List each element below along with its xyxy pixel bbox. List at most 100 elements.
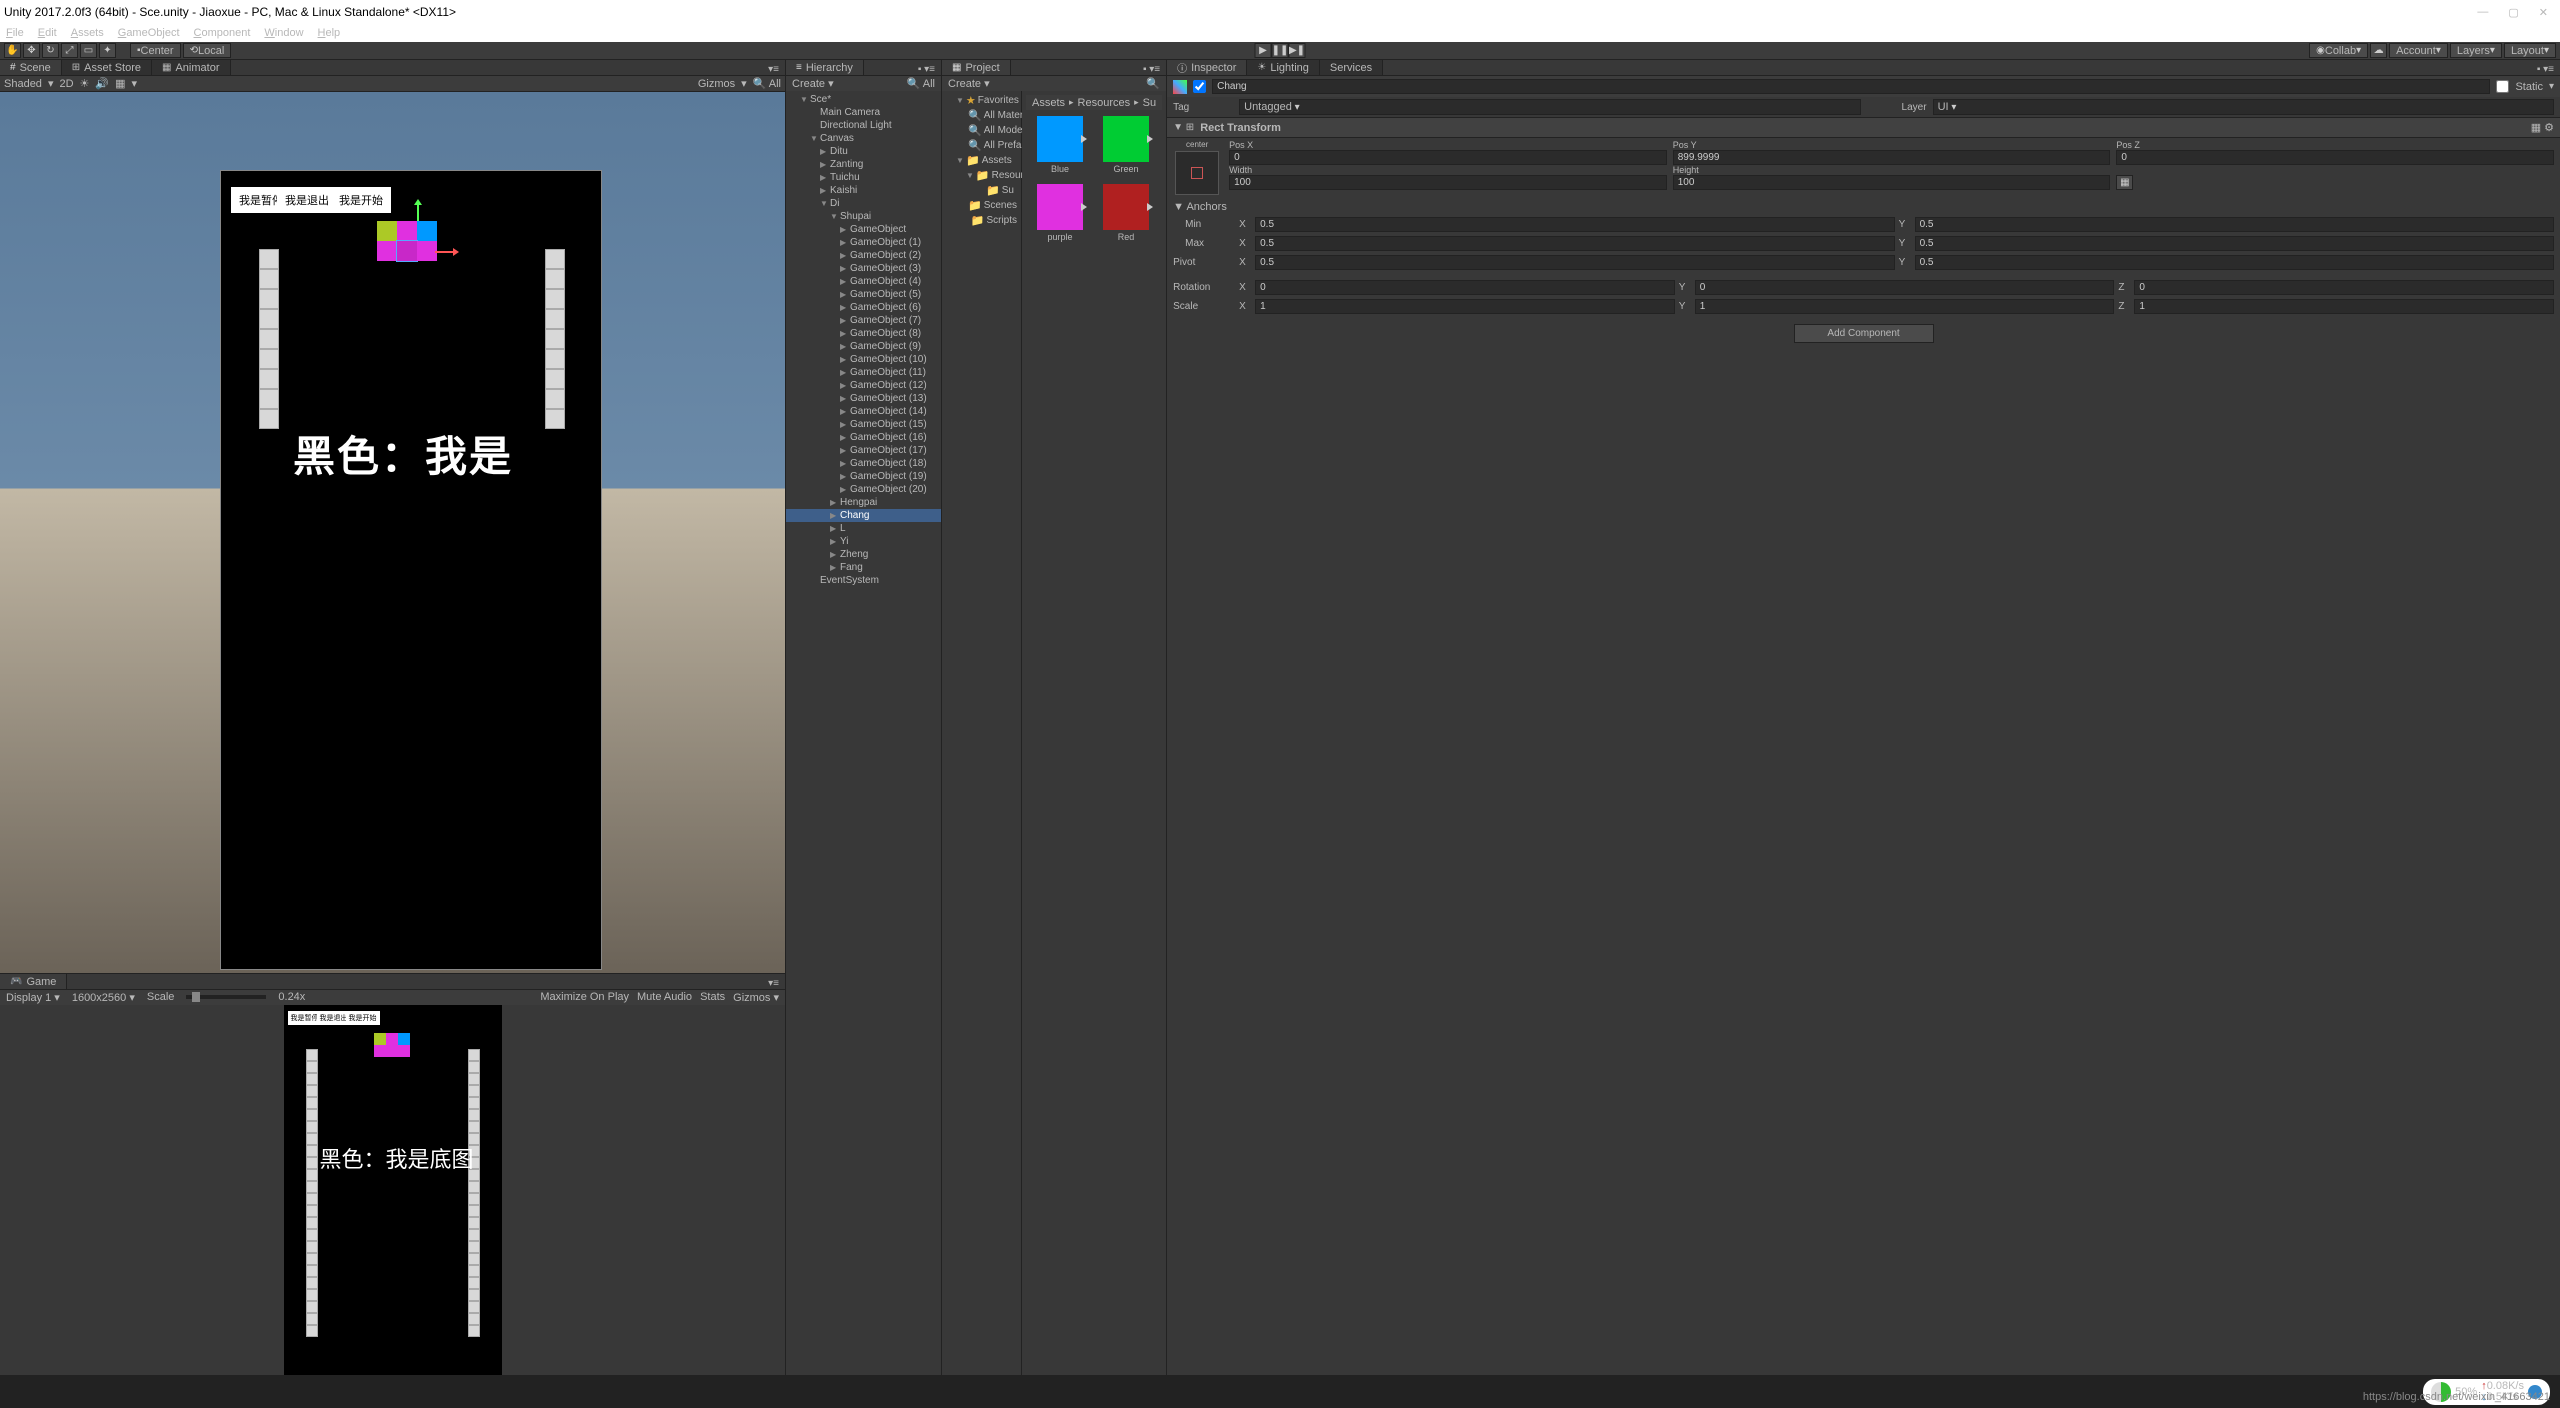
hierarchy-item[interactable]: ▶GameObject (17) xyxy=(786,444,941,457)
collab-dropdown[interactable]: ◉ Collab ▾ xyxy=(2309,43,2368,58)
panel-menu[interactable]: ▪ ▾≡ xyxy=(2531,64,2560,75)
anchors-foldout[interactable]: ▼ Anchors xyxy=(1173,201,1227,213)
cloud-button[interactable]: ☁ xyxy=(2370,43,2387,58)
rect-tool[interactable]: ▭ xyxy=(80,43,97,58)
menu-file[interactable]: File xyxy=(6,27,24,39)
project-search[interactable]: 🔍 xyxy=(1146,77,1160,90)
hand-tool[interactable]: ✋ xyxy=(4,43,21,58)
anchor-min-x[interactable]: 0.5 xyxy=(1255,217,1894,232)
hierarchy-item[interactable]: ▶GameObject (20) xyxy=(786,483,941,496)
static-checkbox[interactable] xyxy=(2496,80,2509,93)
project-tree-item[interactable]: 🔍 All Prefabs xyxy=(942,138,1021,153)
hierarchy-search[interactable]: 🔍 All xyxy=(907,77,935,90)
menu-help[interactable]: Help xyxy=(318,27,341,39)
scale-y[interactable]: 1 xyxy=(1695,299,2115,314)
layout-dropdown[interactable]: Layout ▾ xyxy=(2504,43,2556,58)
hierarchy-item[interactable]: Main Camera xyxy=(786,106,941,119)
tab-inspector[interactable]: ⓘ Inspector xyxy=(1167,59,1247,75)
light-toggle[interactable]: ☀ xyxy=(80,77,90,90)
hierarchy-item[interactable]: ▶GameObject (13) xyxy=(786,392,941,405)
scale-z[interactable]: 1 xyxy=(2134,299,2554,314)
project-tree-item[interactable]: ▼★ Favorites xyxy=(942,93,1021,108)
anchor-max-x[interactable]: 0.5 xyxy=(1255,236,1894,251)
add-component-button[interactable]: Add Component xyxy=(1794,324,1934,343)
anchor-preset-button[interactable] xyxy=(1175,151,1219,195)
pos-y-field[interactable]: 899.9999 xyxy=(1673,150,2111,165)
height-field[interactable]: 100 xyxy=(1673,175,2111,190)
audio-toggle[interactable]: 🔊 xyxy=(95,77,109,90)
hierarchy-item[interactable]: ▶L xyxy=(786,522,941,535)
fx-toggle[interactable]: ▦ xyxy=(115,77,125,90)
pivot-toggle[interactable]: ▪ Center xyxy=(130,43,181,58)
hierarchy-item[interactable]: ▶GameObject (3) xyxy=(786,262,941,275)
asset-item[interactable]: Green xyxy=(1098,116,1154,174)
hierarchy-item[interactable]: EventSystem xyxy=(786,574,941,587)
rot-z[interactable]: 0 xyxy=(2134,280,2554,295)
hierarchy-item[interactable]: ▶GameObject (14) xyxy=(786,405,941,418)
space-toggle[interactable]: ⟲ Local xyxy=(183,43,232,58)
project-breadcrumb[interactable]: Assets ▸ Resources ▸ Su xyxy=(1026,95,1162,110)
scale-slider[interactable] xyxy=(186,995,266,999)
hierarchy-item[interactable]: ▶GameObject (9) xyxy=(786,340,941,353)
hierarchy-item[interactable]: ▶Chang xyxy=(786,509,941,522)
tab-asset-store[interactable]: ⊞ Asset Store xyxy=(62,59,152,75)
maximize-button[interactable]: ▢ xyxy=(2508,6,2518,19)
panel-menu[interactable]: ▾≡ xyxy=(762,64,785,75)
panel-menu[interactable]: ▪ ▾≡ xyxy=(1137,64,1166,75)
scale-x[interactable]: 1 xyxy=(1255,299,1675,314)
tab-hierarchy[interactable]: ≡ Hierarchy xyxy=(786,59,864,75)
play-button[interactable]: ▶ xyxy=(1255,43,1272,58)
hierarchy-item[interactable]: ▶Zanting xyxy=(786,158,941,171)
project-tree-item[interactable]: ▼📁 Resources xyxy=(942,168,1021,183)
mute-toggle[interactable]: Mute Audio xyxy=(637,991,692,1004)
hierarchy-item[interactable]: ▶Yi xyxy=(786,535,941,548)
display-dropdown[interactable]: Display 1 ▾ xyxy=(6,991,60,1004)
tab-lighting[interactable]: ☀ Lighting xyxy=(1247,59,1320,75)
resolution-dropdown[interactable]: 1600x2560 ▾ xyxy=(72,991,135,1004)
canvas-rect[interactable]: 我是暂停 我是退出 我是开始 xyxy=(220,170,602,970)
move-tool[interactable]: ✥ xyxy=(23,43,40,58)
project-create[interactable]: Create ▾ xyxy=(948,77,990,90)
project-tree-item[interactable]: 🔍 All Materials xyxy=(942,108,1021,123)
minimize-button[interactable]: — xyxy=(2477,6,2488,19)
hierarchy-item[interactable]: ▶GameObject (4) xyxy=(786,275,941,288)
hierarchy-item[interactable]: ▶Ditu xyxy=(786,145,941,158)
block-green[interactable] xyxy=(377,221,397,241)
step-button[interactable]: ▶❚ xyxy=(1289,43,1306,58)
scene-view[interactable]: 我是暂停 我是退出 我是开始 xyxy=(0,92,785,973)
pos-z-field[interactable]: 0 xyxy=(2116,150,2554,165)
component-help-icon[interactable]: ▦ ⚙ xyxy=(2531,121,2554,134)
asset-item[interactable]: Red xyxy=(1098,184,1154,242)
transform-tool[interactable]: ✦ xyxy=(99,43,116,58)
maximize-toggle[interactable]: Maximize On Play xyxy=(540,991,629,1004)
hierarchy-item[interactable]: ▶GameObject (11) xyxy=(786,366,941,379)
rotate-tool[interactable]: ↻ xyxy=(42,43,59,58)
x-axis-gizmo[interactable] xyxy=(435,251,453,253)
panel-menu[interactable]: ▪ ▾≡ xyxy=(912,64,941,75)
menu-component[interactable]: Component xyxy=(194,27,251,39)
hierarchy-item[interactable]: ▼Shupai xyxy=(786,210,941,223)
rect-transform-header[interactable]: ▼ ⊞ Rect Transform ▦ ⚙ xyxy=(1167,117,2560,138)
account-dropdown[interactable]: Account ▾ xyxy=(2389,43,2448,58)
hierarchy-item[interactable]: ▶GameObject (5) xyxy=(786,288,941,301)
start-ui-button[interactable]: 我是开始 xyxy=(331,187,391,213)
block-magenta3[interactable] xyxy=(417,241,437,261)
blueprint-toggle[interactable]: ▦ xyxy=(2116,175,2133,190)
project-tree-item[interactable]: 📁 Scenes xyxy=(942,198,1021,213)
tab-scene[interactable]: # Scene xyxy=(0,59,62,75)
exit-ui-button[interactable]: 我是退出 xyxy=(277,187,337,213)
layers-dropdown[interactable]: Layers ▾ xyxy=(2450,43,2502,58)
tab-project[interactable]: ▦ Project xyxy=(942,59,1011,75)
hierarchy-item[interactable]: ▶GameObject (2) xyxy=(786,249,941,262)
hierarchy-item[interactable]: ▼Sce* xyxy=(786,93,941,106)
menu-gameobject[interactable]: GameObject xyxy=(118,27,180,39)
hierarchy-item[interactable]: ▶GameObject xyxy=(786,223,941,236)
scene-search[interactable]: 🔍 All xyxy=(753,77,781,90)
scale-tool[interactable]: ⤢ xyxy=(61,43,78,58)
block-magenta[interactable] xyxy=(397,221,417,241)
rot-x[interactable]: 0 xyxy=(1255,280,1675,295)
hierarchy-item[interactable]: ▶Fang xyxy=(786,561,941,574)
game-view[interactable]: 我是暂停 我是退出 我是开始 xyxy=(0,1005,785,1375)
project-tree-item[interactable]: 📁 Scripts xyxy=(942,213,1021,228)
project-tree-item[interactable]: 🔍 All Models xyxy=(942,123,1021,138)
